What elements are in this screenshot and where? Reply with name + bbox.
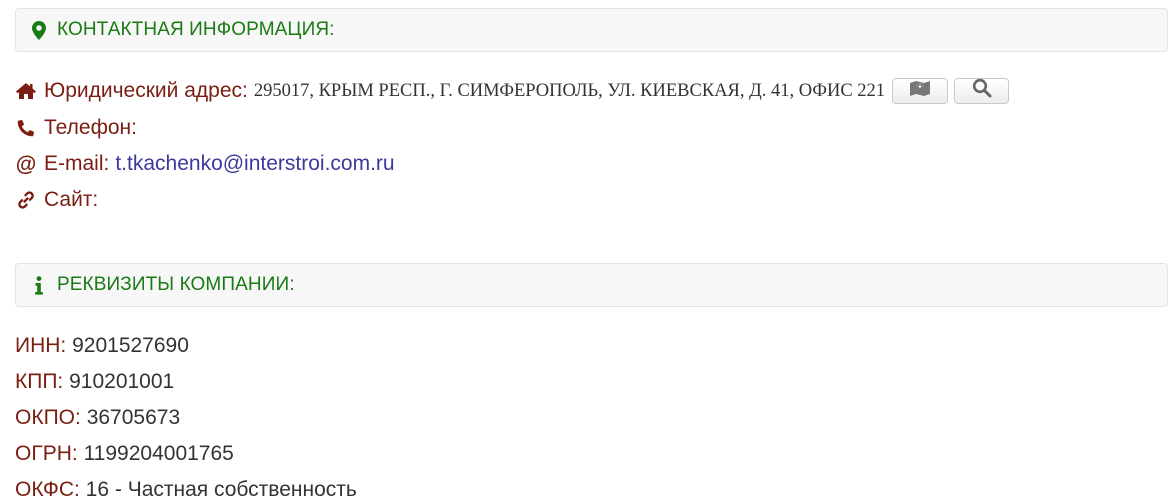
home-icon <box>15 80 37 102</box>
okpo-row: ОКПО: 36705673 <box>15 406 180 430</box>
search-icon <box>972 78 992 104</box>
kpp-value: 910201001 <box>69 370 175 393</box>
okpo-label: ОКПО: <box>15 406 81 429</box>
kpp-label: КПП: <box>15 370 64 393</box>
contact-info-panel: КОНТАКТНАЯ ИНФОРМАЦИЯ: <box>15 8 1168 52</box>
inn-row: ИНН: 9201527690 <box>15 334 189 358</box>
company-details-panel: РЕКВИЗИТЫ КОМПАНИИ: <box>15 263 1168 307</box>
map-marker-icon <box>31 20 47 40</box>
inn-label: ИНН: <box>15 334 67 357</box>
email-row: @ E-mail: t.tkachenko@interstroi.com.ru <box>15 151 395 177</box>
site-label: Сайт: <box>44 188 99 211</box>
address-value: 295017, КРЫМ РЕСП., Г. СИМФЕРОПОЛЬ, УЛ. … <box>253 80 886 101</box>
kpp-row: КПП: 910201001 <box>15 370 174 394</box>
contact-info-title: КОНТАКТНАЯ ИНФОРМАЦИЯ: <box>57 19 335 40</box>
at-icon: @ <box>15 152 37 176</box>
address-row: Юридический адрес: 295017, КРЫМ РЕСП., Г… <box>15 78 1010 104</box>
email-link[interactable]: t.tkachenko@interstroi.com.ru <box>115 152 394 176</box>
okfs-label: ОКФС: <box>15 478 80 501</box>
phone-icon <box>15 117 37 139</box>
map-icon <box>909 79 931 103</box>
okfs-row: ОКФС: 16 - Частная собственность <box>15 478 357 502</box>
address-label: Юридический адрес: <box>44 79 248 102</box>
phone-label: Телефон: <box>44 116 137 139</box>
ogrn-label: ОГРН: <box>15 442 78 465</box>
okfs-value: 16 - Частная собственность <box>85 478 357 501</box>
info-icon <box>31 275 47 295</box>
show-map-button[interactable] <box>892 78 949 104</box>
email-label: E-mail: <box>44 152 110 175</box>
okpo-value: 36705673 <box>86 406 181 429</box>
phone-row: Телефон: <box>15 115 137 141</box>
ogrn-row: ОГРН: 1199204001765 <box>15 442 234 466</box>
site-row: Сайт: <box>15 187 98 213</box>
company-details-title: РЕКВИЗИТЫ КОМПАНИИ: <box>57 274 295 295</box>
search-address-button[interactable] <box>954 78 1010 104</box>
inn-value: 9201527690 <box>72 334 189 357</box>
link-icon <box>15 189 37 211</box>
ogrn-value: 1199204001765 <box>83 442 234 465</box>
